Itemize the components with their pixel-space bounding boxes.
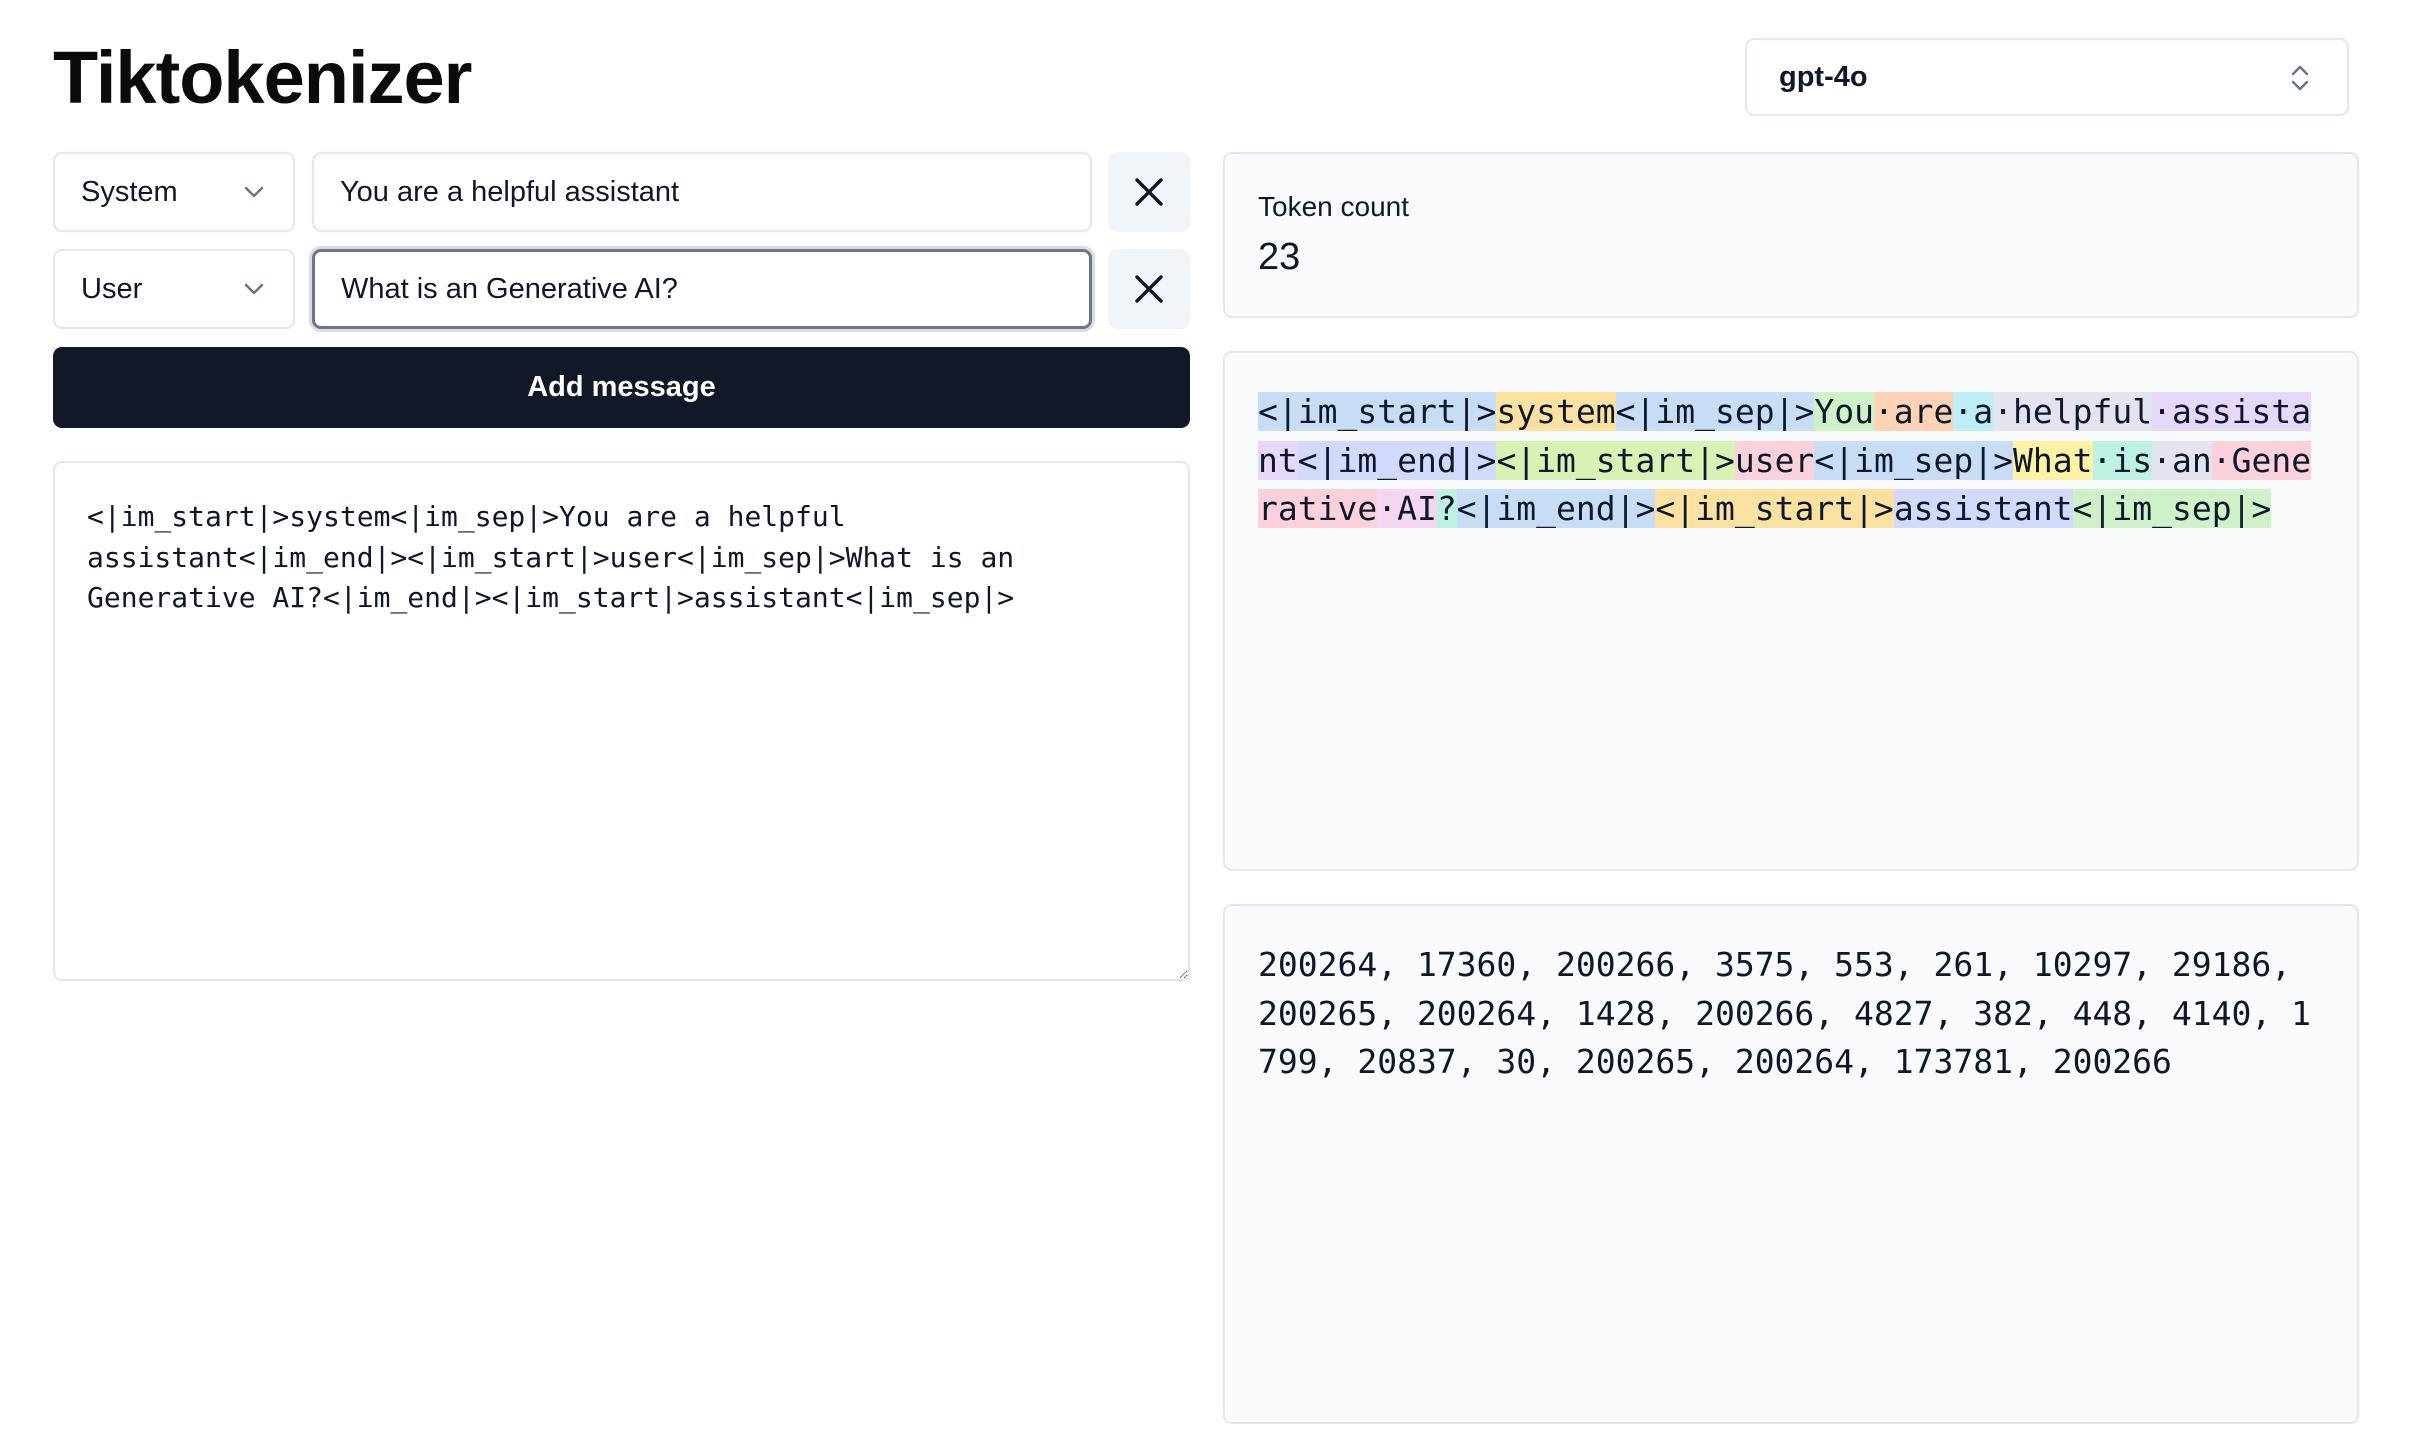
chevron-down-icon bbox=[244, 186, 264, 198]
role-select-value: User bbox=[81, 272, 143, 305]
close-icon bbox=[1135, 275, 1163, 303]
token-count-value: 23 bbox=[1258, 236, 1301, 278]
chevron-down-icon bbox=[244, 283, 264, 295]
raw-prompt-textarea[interactable]: <|im_start|>system<|im_sep|>You are a he… bbox=[53, 461, 1190, 981]
message-role-select[interactable]: User bbox=[53, 249, 295, 329]
message-content-input[interactable] bbox=[312, 249, 1092, 329]
token-ids-panel: 200264, 17360, 200266, 3575, 553, 261, 1… bbox=[1223, 904, 2359, 1424]
add-message-button[interactable]: Add message bbox=[53, 347, 1190, 428]
token-chip[interactable]: system bbox=[1496, 392, 1616, 431]
token-chip[interactable]: ? bbox=[1436, 489, 1457, 528]
token-chip[interactable]: ·a bbox=[1953, 392, 1994, 431]
remove-message-button[interactable] bbox=[1108, 152, 1190, 232]
token-chip[interactable]: <|im_start|> bbox=[1258, 392, 1497, 431]
token-count-label: Token count bbox=[1258, 191, 1409, 222]
token-chip[interactable]: ·an bbox=[2152, 440, 2212, 480]
token-chip[interactable]: <|im_start|> bbox=[1496, 440, 1735, 480]
chevron-up-down-icon bbox=[2291, 65, 2309, 91]
token-chip[interactable]: What bbox=[2013, 440, 2093, 480]
token-chip[interactable]: <|im_sep|> bbox=[1814, 440, 2014, 480]
token-chip[interactable]: <|im_sep|> bbox=[2072, 489, 2272, 528]
token-count-card: Token count 23 bbox=[1223, 152, 2359, 318]
model-select-value: gpt-4o bbox=[1779, 60, 1868, 93]
close-icon bbox=[1135, 178, 1163, 206]
model-select[interactable]: gpt-4o bbox=[1745, 38, 2349, 116]
token-chip[interactable]: ·AI bbox=[1377, 489, 1437, 528]
message-content-input[interactable] bbox=[312, 152, 1092, 232]
token-chip[interactable]: <|im_end|> bbox=[1456, 489, 1656, 528]
token-chip[interactable]: You bbox=[1814, 392, 1874, 431]
role-select-value: System bbox=[81, 175, 178, 208]
token-chip[interactable]: assistant bbox=[1893, 489, 2073, 528]
token-chip[interactable]: user bbox=[1734, 440, 1815, 480]
token-chip[interactable]: <|im_sep|> bbox=[1615, 392, 1815, 431]
token-list: <|im_start|>system<|im_sep|>You·are·a·he… bbox=[1258, 388, 2324, 534]
tokens-visualization: <|im_start|>system<|im_sep|>You·are·a·he… bbox=[1223, 351, 2359, 871]
remove-message-button[interactable] bbox=[1108, 249, 1190, 329]
token-chip[interactable]: ·helpful bbox=[1993, 392, 2153, 431]
tiktokenizer-page: Tiktokenizer gpt-4o System User Ad bbox=[0, 0, 2412, 1436]
token-chip[interactable]: <|im_end|> bbox=[1297, 440, 1497, 480]
message-role-select[interactable]: System bbox=[53, 152, 295, 232]
page-title: Tiktokenizer bbox=[53, 36, 472, 119]
token-ids-text: 200264, 17360, 200266, 3575, 553, 261, 1… bbox=[1258, 945, 2311, 1081]
token-chip[interactable]: ·are bbox=[1873, 392, 1954, 431]
token-chip[interactable]: <|im_start|> bbox=[1655, 489, 1894, 528]
token-chip[interactable]: ·is bbox=[2092, 440, 2153, 480]
